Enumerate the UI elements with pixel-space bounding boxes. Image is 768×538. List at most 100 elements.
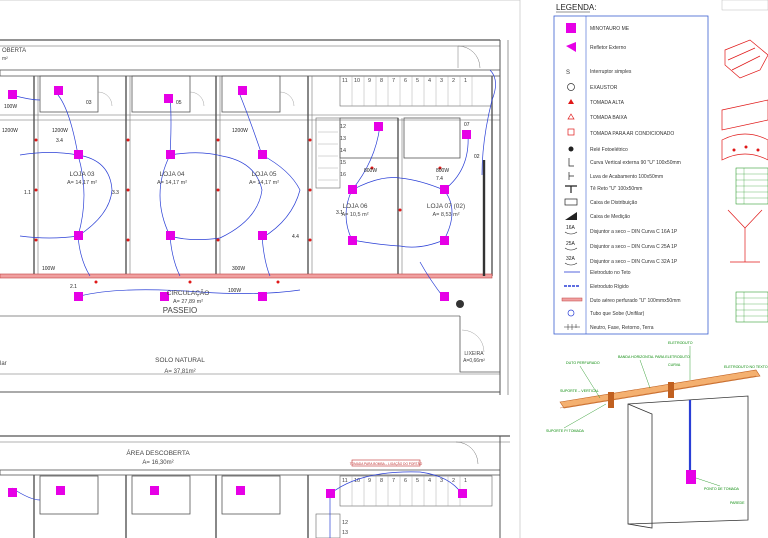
breaker-32a-code: 32A <box>566 256 576 262</box>
detail-callout: SUPORTE P/ TOMADA <box>546 429 585 433</box>
legend-label: TOMADA BAIXA <box>590 115 628 121</box>
legend-label: Duto aéreo perfurado "U" 100mmx50mm <box>590 298 681 304</box>
legend-label: Luva de Acabamento 100x50mm <box>590 174 663 180</box>
wiring-symbol-icon <box>564 324 580 330</box>
legend-label: Relé Fotoelétrico <box>590 147 628 153</box>
green-table <box>735 291 768 323</box>
external-reflector-icon <box>566 42 576 52</box>
legend-label: Caixa de Medição <box>590 214 630 220</box>
circuit-label: 02 <box>474 154 480 160</box>
ac-outlet-icon <box>567 128 575 136</box>
circuit-label: 300W <box>232 266 245 272</box>
stair-number: 9 <box>368 478 371 484</box>
photoelectric-relay-icon <box>456 300 464 308</box>
cad-drawing: OBERTA m² 11 10 9 8 7 6 5 4 3 2 1 12 13 … <box>0 0 768 538</box>
detail-callout: CURVA <box>668 363 681 367</box>
stair-number: 6 <box>404 478 407 484</box>
stair-number: 8 <box>380 478 383 484</box>
circuit-label: 03 <box>86 100 92 106</box>
circuit-label: 100W <box>42 266 55 272</box>
perforated-duct-run <box>0 273 493 279</box>
store-label: LOJA 04 <box>160 171 185 178</box>
passeio-label: PASSEIO <box>163 306 198 315</box>
simple-switch-icon: S <box>566 70 570 76</box>
perforated-duct-icon <box>561 297 583 302</box>
straight-tee-icon <box>565 185 577 193</box>
legend-label: Caixa de Distribuição <box>590 200 637 206</box>
detail-callout: BANDA HORIZONTAL PARA ELETRODUTO <box>618 355 690 359</box>
circuit-label: 1200W <box>52 128 68 134</box>
luminaire-icon <box>326 489 335 498</box>
stair-number: 6 <box>404 78 407 84</box>
meter-box-icon <box>565 212 577 220</box>
distribution-box-icon <box>564 198 578 206</box>
circuit-label: 3.3 <box>112 190 119 196</box>
legend-label: Disjuntor a seco – DIN Curva C 25A 1P <box>590 244 678 250</box>
open-area-value: A= 16,30m² <box>142 460 173 466</box>
stair-number: 12 <box>340 124 346 130</box>
breaker-icon <box>564 231 578 235</box>
luminaire-icon <box>258 150 267 159</box>
solo-area: A= 37,81m² <box>164 369 195 375</box>
solo-label: SOLO NATURAL <box>155 357 205 364</box>
stair-number: 7 <box>392 478 395 484</box>
stair-number: 2 <box>452 478 455 484</box>
store-area: A= 14,17 m² <box>67 180 97 186</box>
stair-number: 4 <box>428 78 431 84</box>
store-label: LOJA 05 <box>252 171 277 178</box>
legend-label: Refletor Externo <box>590 45 626 51</box>
luminaire-icon <box>566 23 576 33</box>
circuit-label: 100W <box>4 104 17 110</box>
store-area: A= 10,5 m² <box>341 212 368 218</box>
bottom-note-tag: TOMADA PARA BOMBA – LIGAÇÃO DO PORTÃO <box>350 461 423 466</box>
luminaire-icon <box>164 94 173 103</box>
low-outlet-icon <box>567 113 575 120</box>
lixeira-area: A=0,66m² <box>463 358 485 364</box>
luminaire-icon <box>150 486 159 495</box>
legend-label: TOMADA PARA AR CONDICIONADO <box>590 131 674 137</box>
luminaire-icon <box>56 486 65 495</box>
store-label: LOJA 03 <box>70 171 95 178</box>
legend-label: Tê Reto "U" 100x50mm <box>590 186 642 192</box>
circuit-label: 100W <box>228 288 241 294</box>
breaker-icon <box>564 262 578 266</box>
breaker-25a-code: 25A <box>566 241 576 247</box>
luminaire-icon <box>374 122 383 131</box>
legend-label: Eletroduto no Teto <box>590 270 631 276</box>
detail-bottom-label: PAREDE <box>730 501 745 505</box>
stair-number: 5 <box>416 478 419 484</box>
luminaire-icon <box>74 292 83 301</box>
stair-number: 2 <box>452 78 455 84</box>
luminaire-icon <box>8 90 17 99</box>
red-detail-drawings <box>721 0 768 323</box>
stair-number: 11 <box>342 78 348 84</box>
luminaire-icon <box>238 86 247 95</box>
legend-label: Tubo que Sobe (Unifilar) <box>590 311 645 317</box>
luminaire-icon <box>440 236 449 245</box>
open-area-label: ÁREA DESCOBERTA <box>126 448 190 457</box>
stair-number: 12 <box>342 520 348 526</box>
legend-label: Disjuntor a seco – DIN Curva C 32A 1P <box>590 259 678 265</box>
legend-label: Disjuntor a seco – DIN Curva C 16A 1P <box>590 229 678 235</box>
circuit-label: 1.1 <box>24 190 31 196</box>
circuit-label: 3.4 <box>56 138 63 144</box>
store-area: A= 14,17 m² <box>157 180 187 186</box>
outlets-top <box>34 138 442 284</box>
outlet-box-icon <box>686 470 696 484</box>
circulation-label: CIRCULAÇÃO <box>167 288 210 297</box>
breaker-16a-code: 16A <box>566 225 576 231</box>
detail-callout: SUPORTE – VERTICAL <box>560 389 599 393</box>
stair-number: 5 <box>416 78 419 84</box>
stair-number: 1 <box>464 478 467 484</box>
luminaire-icon <box>440 292 449 301</box>
isometric-detail: DUTO PERFURADO BANDA HORIZONTAL PARA ELE… <box>546 341 768 529</box>
top-room-label: OBERTA <box>2 48 26 54</box>
stair-number: 1 <box>464 78 467 84</box>
circuit-label: 1200W <box>232 128 248 134</box>
legend-label: Interruptor simples <box>590 69 632 75</box>
luminaire-icon <box>8 488 17 497</box>
circuit-label: 07 <box>464 122 470 128</box>
floor-plan-top: OBERTA m² 11 10 9 8 7 6 5 4 3 2 1 12 13 … <box>0 0 521 538</box>
circuit-label: 2.1 <box>70 284 77 290</box>
finishing-sleeve-icon <box>568 172 574 180</box>
